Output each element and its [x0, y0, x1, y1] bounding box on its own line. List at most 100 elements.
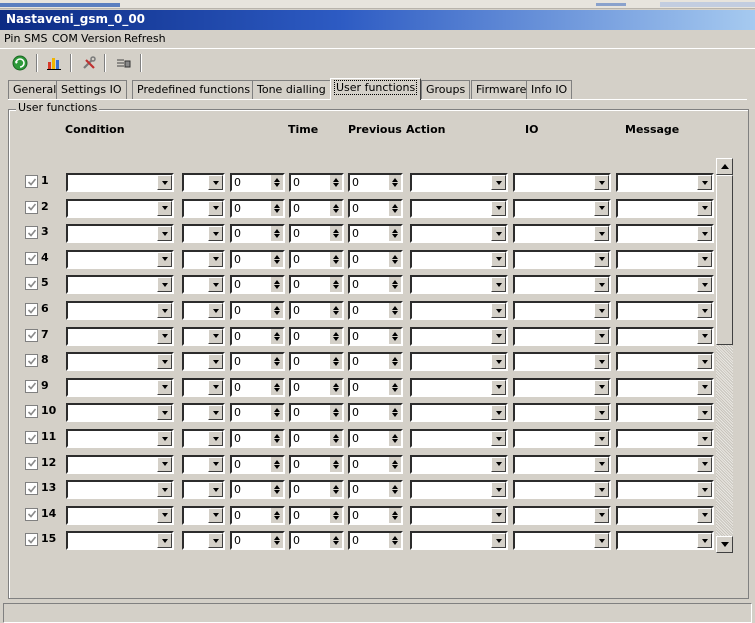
spin-down-icon[interactable]: [392, 336, 398, 341]
spin-down-icon[interactable]: [274, 439, 280, 443]
spin-buttons[interactable]: [329, 456, 342, 472]
condition-value-spin[interactable]: 0: [230, 429, 285, 448]
chevron-down-icon[interactable]: [208, 405, 223, 421]
chevron-down-icon[interactable]: [697, 226, 712, 242]
io-select[interactable]: [513, 480, 611, 500]
spin-up-icon[interactable]: [333, 331, 339, 336]
tab-predefined-functions[interactable]: Predefined functions: [132, 80, 256, 99]
message-select[interactable]: [616, 326, 714, 346]
chevron-down-icon[interactable]: [594, 251, 609, 267]
chevron-down-icon[interactable]: [208, 507, 223, 523]
previous-spin[interactable]: 0: [348, 531, 403, 551]
spin-value[interactable]: 0: [352, 202, 359, 215]
spin-up-icon[interactable]: [392, 459, 398, 464]
spin-up-icon[interactable]: [333, 434, 339, 438]
spin-up-icon[interactable]: [333, 485, 339, 490]
action-select[interactable]: [410, 505, 508, 525]
previous-spin[interactable]: 0: [348, 249, 403, 269]
chevron-down-icon[interactable]: [697, 354, 712, 370]
chevron-down-icon[interactable]: [594, 200, 609, 216]
chevron-down-icon[interactable]: [491, 175, 506, 190]
spin-down-icon[interactable]: [274, 387, 280, 392]
io-select[interactable]: [513, 173, 611, 192]
spin-up-icon[interactable]: [392, 203, 398, 208]
condition-operator-select[interactable]: [182, 403, 225, 423]
spin-up-icon[interactable]: [274, 510, 280, 515]
spin-buttons[interactable]: [329, 405, 342, 421]
spin-up-icon[interactable]: [333, 306, 339, 310]
chevron-down-icon[interactable]: [594, 533, 609, 549]
spin-down-icon[interactable]: [392, 285, 398, 290]
spin-value[interactable]: 0: [234, 253, 241, 266]
chevron-down-icon[interactable]: [208, 175, 223, 190]
spin-buttons[interactable]: [329, 277, 342, 293]
previous-spin[interactable]: 0: [348, 224, 403, 244]
condition-operator-select[interactable]: [182, 377, 225, 397]
spin-value[interactable]: 0: [293, 406, 300, 419]
spin-buttons[interactable]: [388, 431, 401, 446]
enable-checkbox[interactable]: [25, 303, 38, 316]
condition-value-spin[interactable]: 0: [230, 531, 285, 551]
enable-checkbox[interactable]: [25, 200, 38, 214]
chevron-down-icon[interactable]: [697, 431, 712, 446]
chevron-down-icon[interactable]: [157, 354, 172, 370]
time-spin[interactable]: 0: [289, 377, 344, 397]
spin-value[interactable]: 0: [234, 381, 241, 394]
condition-operator-select[interactable]: [182, 429, 225, 448]
enable-checkbox[interactable]: [25, 533, 38, 547]
condition-operator-select[interactable]: [182, 531, 225, 551]
spin-buttons[interactable]: [270, 507, 283, 523]
spin-down-icon[interactable]: [392, 259, 398, 264]
chevron-down-icon[interactable]: [157, 226, 172, 242]
spin-buttons[interactable]: [388, 277, 401, 293]
condition-operator-select[interactable]: [182, 224, 225, 244]
chevron-down-icon[interactable]: [491, 533, 506, 549]
spin-buttons[interactable]: [270, 251, 283, 267]
spin-buttons[interactable]: [388, 379, 401, 395]
spin-up-icon[interactable]: [274, 408, 280, 413]
chevron-down-icon[interactable]: [208, 456, 223, 472]
io-select[interactable]: [513, 198, 611, 218]
enable-checkbox[interactable]: [25, 175, 38, 188]
spin-up-icon[interactable]: [392, 408, 398, 413]
previous-spin[interactable]: 0: [348, 454, 403, 474]
spin-buttons[interactable]: [329, 175, 342, 190]
chevron-down-icon[interactable]: [594, 226, 609, 242]
spin-down-icon[interactable]: [333, 541, 339, 546]
tab-user-functions[interactable]: User functions: [330, 78, 422, 100]
time-spin[interactable]: 0: [289, 505, 344, 525]
message-select[interactable]: [616, 198, 714, 218]
spin-up-icon[interactable]: [274, 178, 280, 182]
chevron-down-icon[interactable]: [157, 431, 172, 446]
spin-buttons[interactable]: [388, 456, 401, 472]
spin-down-icon[interactable]: [333, 336, 339, 341]
spin-value[interactable]: 0: [352, 534, 359, 547]
spin-value[interactable]: 0: [293, 304, 300, 317]
condition-select[interactable]: [66, 352, 174, 372]
enable-checkbox[interactable]: [25, 328, 38, 342]
spin-down-icon[interactable]: [392, 208, 398, 213]
time-spin[interactable]: 0: [289, 531, 344, 551]
spin-value[interactable]: 0: [234, 509, 241, 522]
chevron-down-icon[interactable]: [157, 533, 172, 549]
spin-down-icon[interactable]: [274, 413, 280, 418]
io-select[interactable]: [513, 224, 611, 244]
spin-buttons[interactable]: [388, 226, 401, 242]
chevron-down-icon[interactable]: [157, 175, 172, 190]
spin-down-icon[interactable]: [392, 490, 398, 495]
chevron-down-icon[interactable]: [491, 354, 506, 370]
spin-buttons[interactable]: [388, 482, 401, 498]
io-select[interactable]: [513, 275, 611, 295]
io-select[interactable]: [513, 454, 611, 474]
chevron-down-icon[interactable]: [697, 175, 712, 190]
chevron-down-icon[interactable]: [208, 354, 223, 370]
scroll-up-button[interactable]: [716, 158, 733, 175]
chevron-down-icon[interactable]: [697, 482, 712, 498]
spin-down-icon[interactable]: [333, 413, 339, 418]
previous-spin[interactable]: 0: [348, 505, 403, 525]
menu-refresh[interactable]: Refresh: [124, 32, 166, 45]
chevron-down-icon[interactable]: [208, 226, 223, 242]
chevron-down-icon[interactable]: [491, 226, 506, 242]
spin-up-icon[interactable]: [274, 536, 280, 541]
condition-operator-select[interactable]: [182, 352, 225, 372]
